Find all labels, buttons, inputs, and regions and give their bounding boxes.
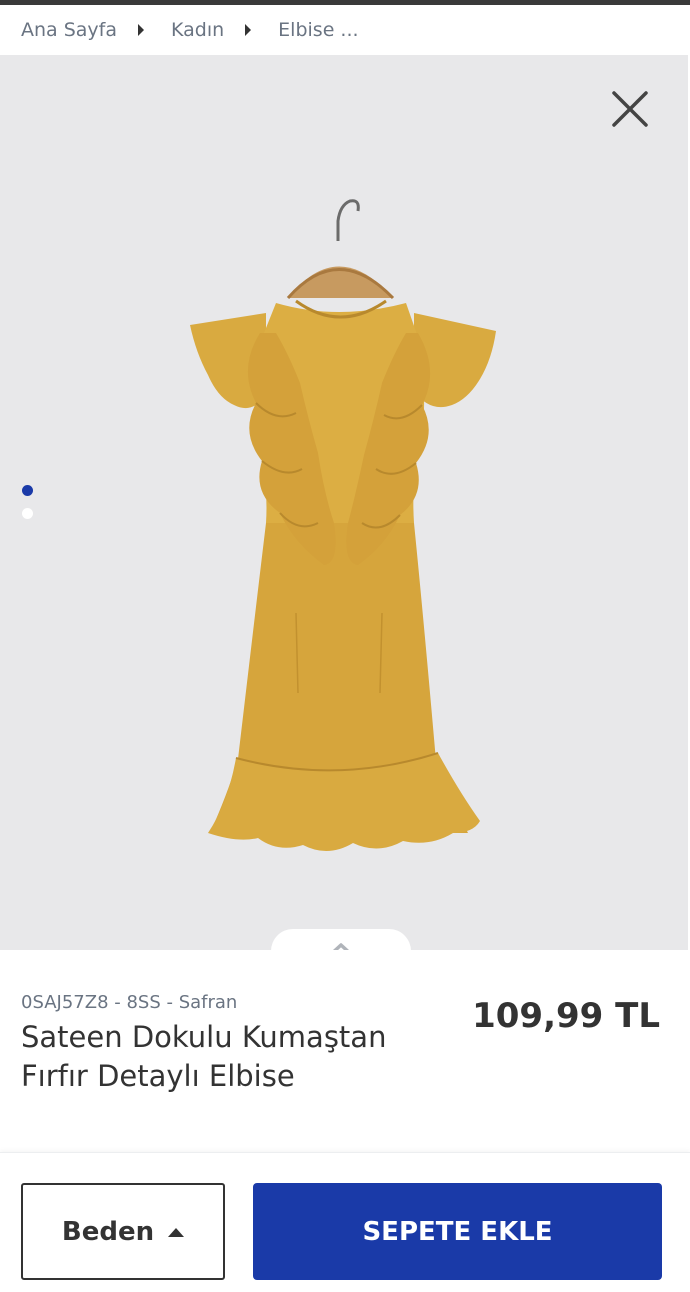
product-sku: 0SAJ57Z8 - 8SS - Safran [21,992,238,1013]
breadcrumb-home[interactable]: Ana Sayfa [21,19,117,41]
breadcrumb-dress[interactable]: Elbise ... [278,19,358,41]
add-to-cart-label: SEPETE EKLE [362,1216,553,1247]
breadcrumb-separator-icon [245,24,252,36]
breadcrumb-separator-icon [138,24,145,36]
product-info: 0SAJ57Z8 - 8SS - Safran Sateen Dokulu Ku… [0,950,690,1150]
product-image-gallery[interactable] [0,55,688,950]
caret-up-icon [168,1228,185,1237]
action-bar: Beden SEPETE EKLE [0,1152,690,1292]
close-icon[interactable] [606,85,654,133]
size-label: Beden [61,1216,155,1247]
breadcrumb: Ana Sayfa Kadın Elbise ... [0,5,690,55]
gallery-dot[interactable] [22,508,33,519]
gallery-pagination [22,485,33,531]
size-select-button[interactable]: Beden [21,1183,225,1280]
add-to-cart-button[interactable]: SEPETE EKLE [253,1183,662,1280]
product-price: 109,99 TL [472,996,660,1036]
gallery-dot-active[interactable] [22,485,33,496]
dress-image[interactable] [168,193,508,893]
product-title: Sateen Dokulu Kumaştan Fırfır Detaylı El… [21,1020,387,1093]
breadcrumb-women[interactable]: Kadın [171,19,224,41]
